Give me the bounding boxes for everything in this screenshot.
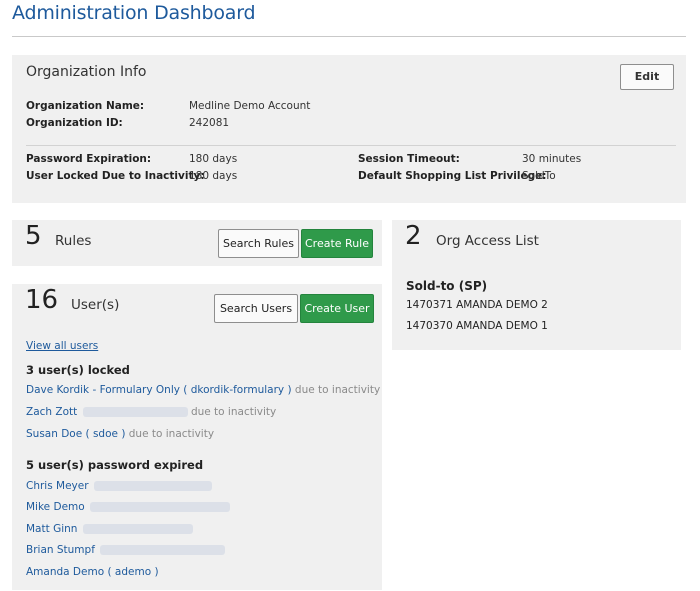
redacted-email	[82, 407, 188, 417]
org-access-panel: 2 Org Access List Sold-to (SP) 1470371 A…	[392, 220, 681, 350]
users-count: 16	[25, 285, 59, 315]
expired-user-row: Brian Stumpf	[26, 544, 226, 556]
redacted-email	[93, 481, 212, 491]
org-access-entry: 1470370 AMANDA DEMO 1	[406, 320, 548, 332]
redacted-email	[90, 502, 231, 512]
locked-user-note: due to inactivity	[190, 406, 277, 418]
view-all-users-link[interactable]: View all users	[26, 340, 98, 352]
expired-user-link[interactable]: Amanda Demo ( ademo )	[26, 566, 159, 578]
expired-user-row: Chris Meyer	[26, 480, 212, 492]
org-info-heading: Organization Info	[26, 64, 147, 80]
users-panel: 16 User(s) Search Users Create User View…	[12, 284, 382, 590]
rules-panel: 5 Rules Search Rules Create Rule	[12, 220, 382, 266]
session-timeout-value: 30 minutes	[522, 153, 582, 165]
locked-user-link[interactable]: Zach Zott	[26, 406, 77, 418]
org-access-label: Org Access List	[436, 233, 539, 249]
page-title: Administration Dashboard	[12, 2, 256, 24]
rules-label: Rules	[55, 233, 92, 249]
password-expiration-label: Password Expiration:	[26, 153, 152, 165]
user-locked-value: 180 days	[189, 170, 238, 182]
expired-users-heading: 5 user(s) password expired	[26, 458, 204, 472]
locked-user-note: due to inactivity	[294, 384, 381, 396]
expired-user-link[interactable]: Matt Ginn	[26, 523, 77, 535]
shopping-privilege-label: Default Shopping List Privilege:	[358, 170, 547, 182]
locked-user-link[interactable]: Susan Doe ( sdoe )	[26, 428, 125, 440]
organization-info-panel: Organization Info Edit Organization Name…	[12, 55, 686, 203]
user-locked-label: User Locked Due to Inactivity:	[26, 170, 205, 182]
redacted-email	[82, 524, 193, 534]
org-name-label: Organization Name:	[26, 100, 145, 112]
locked-user-note: due to inactivity	[128, 428, 215, 440]
org-access-entry: 1470371 AMANDA DEMO 2	[406, 299, 548, 311]
expired-user-row: Mike Demo	[26, 501, 231, 513]
create-rule-button[interactable]: Create Rule	[301, 229, 373, 258]
users-label: User(s)	[71, 297, 120, 313]
expired-user-link[interactable]: Brian Stumpf	[26, 544, 95, 556]
sold-to-heading: Sold-to (SP)	[406, 279, 488, 293]
org-info-divider	[26, 145, 676, 146]
search-users-button[interactable]: Search Users	[214, 294, 298, 323]
redacted-email	[100, 545, 226, 555]
locked-user-row: Zach Zott due to inactivity	[26, 406, 276, 418]
title-divider	[12, 36, 686, 37]
locked-user-link[interactable]: Dave Kordik - Formulary Only ( dkordik-f…	[26, 384, 292, 396]
edit-button[interactable]: Edit	[620, 64, 674, 90]
create-user-button[interactable]: Create User	[300, 294, 374, 323]
session-timeout-label: Session Timeout:	[358, 153, 460, 165]
locked-user-row: Dave Kordik - Formulary Only ( dkordik-f…	[26, 384, 380, 396]
expired-user-row: Amanda Demo ( ademo )	[26, 566, 159, 578]
locked-user-row: Susan Doe ( sdoe ) due to inactivity	[26, 428, 214, 440]
org-access-count: 2	[405, 221, 422, 251]
org-id-label: Organization ID:	[26, 117, 123, 129]
password-expiration-value: 180 days	[189, 153, 238, 165]
search-rules-button[interactable]: Search Rules	[218, 229, 299, 258]
expired-user-row: Matt Ginn	[26, 523, 193, 535]
locked-users-heading: 3 user(s) locked	[26, 363, 130, 377]
expired-user-link[interactable]: Mike Demo	[26, 501, 85, 513]
org-name-value: Medline Demo Account	[189, 100, 311, 112]
rules-count: 5	[25, 221, 42, 251]
expired-user-link[interactable]: Chris Meyer	[26, 480, 89, 492]
shopping-privilege-value: SoldTo	[522, 170, 556, 182]
org-id-value: 242081	[189, 117, 230, 129]
